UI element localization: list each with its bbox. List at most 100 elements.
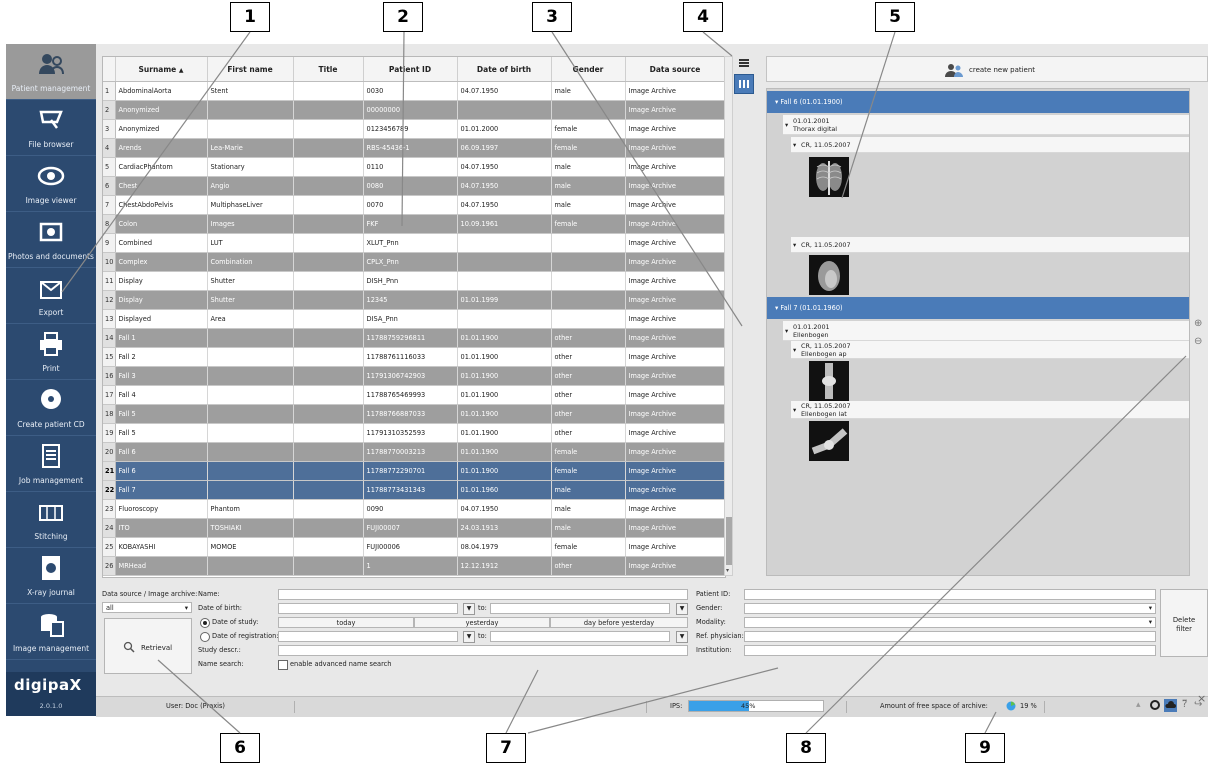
expand-arrow-icon[interactable]: ▾ xyxy=(793,137,796,153)
tree-series-2[interactable]: ▾ CR, 11.05.2007 xyxy=(791,237,1189,253)
table-row[interactable]: 12 Display Shutter 12345 01.01.1999 Image Arc… xyxy=(103,290,725,310)
cloud-icon[interactable] xyxy=(1164,699,1177,712)
delete-filter-button[interactable]: Delete filter xyxy=(1160,589,1208,657)
table-row[interactable]: 5 CardiacPhantom Stationary 0110 04.07.1950 m… xyxy=(103,157,725,177)
xray-thumbnail-chest-pa[interactable] xyxy=(809,157,849,197)
nav-xray-journal[interactable]: X-ray journal xyxy=(6,548,96,604)
date-of-registration-radio[interactable] xyxy=(200,632,210,642)
scroll-down-icon[interactable]: ▾ xyxy=(726,567,729,574)
record-icon[interactable] xyxy=(1150,700,1160,710)
table-scrollbar[interactable]: ▾ xyxy=(724,56,733,576)
registration-to-input[interactable] xyxy=(490,631,670,642)
column-header-data-source[interactable]: Data source xyxy=(625,57,725,82)
table-row[interactable]: 2 Anonymized 00000000 Image Archive xyxy=(103,100,725,120)
xray-thumbnail-elbow-ap[interactable] xyxy=(809,361,849,401)
nav-photos-documents[interactable]: Photos and documents xyxy=(6,212,96,268)
yesterday-button[interactable]: yesterday xyxy=(414,617,550,628)
date-of-study-radio[interactable] xyxy=(200,618,210,628)
modality-select[interactable]: ▾ xyxy=(744,617,1156,628)
dob-to-input[interactable] xyxy=(490,603,670,614)
today-button[interactable]: today xyxy=(278,617,414,628)
ref-physician-input[interactable] xyxy=(744,631,1156,642)
column-header-first-name[interactable]: First name xyxy=(207,57,294,82)
table-row[interactable]: 8 Colon Images FKF 10.09.1961 female Image Arc… xyxy=(103,214,725,234)
nav-export[interactable]: Export xyxy=(6,268,96,324)
tree-series-3[interactable]: ▾ CR, 11.05.2007 Ellenbogen ap xyxy=(791,341,1189,359)
table-row[interactable]: 24 ITO TOSHIAKI FUJI00007 24.03.1913 male Imag… xyxy=(103,518,725,538)
table-row[interactable]: 16 Fall 3 11791306742903 01.01.1900 other Ima… xyxy=(103,366,725,386)
gender-select[interactable]: ▾ xyxy=(744,603,1156,614)
tree-study-ellenbogen[interactable]: ▾ 01.01.2001 Ellenbogen xyxy=(783,321,1189,341)
calendar-icon[interactable]: ▼ xyxy=(463,603,475,615)
table-row[interactable]: 15 Fall 2 11788761116033 01.01.1900 other Ima… xyxy=(103,347,725,367)
zoom-in-icon[interactable]: ⊕ xyxy=(1194,318,1202,329)
data-source-select[interactable]: all ▾ xyxy=(102,602,192,613)
nav-image-viewer[interactable]: Image viewer xyxy=(6,156,96,212)
column-header-gender[interactable]: Gender xyxy=(551,57,626,82)
nav-patient-management[interactable]: Patient management xyxy=(6,44,96,100)
scrollbar-thumb[interactable] xyxy=(726,517,732,565)
table-row[interactable]: 11 Display Shutter DISH_Pnn Image Archive xyxy=(103,271,725,291)
expand-arrow-icon[interactable]: ▾ xyxy=(793,237,796,253)
table-row[interactable]: 4 Arends Lea-Marie RBS-45436-1 06.09.1997 fem… xyxy=(103,138,725,158)
table-row[interactable]: 20 Fall 6 11788770003213 01.01.1900 female Im… xyxy=(103,442,725,462)
calendar-icon[interactable]: ▼ xyxy=(463,631,475,643)
table-row[interactable]: 13 Displayed Area DISA_Pnn Image Archive xyxy=(103,309,725,329)
advanced-search-checkbox[interactable] xyxy=(278,660,288,670)
table-row[interactable]: 21 Fall 6 11788772290701 01.01.1900 female Im… xyxy=(103,461,725,481)
table-row[interactable]: 23 Fluoroscopy Phantom 0090 04.07.1950 male Im… xyxy=(103,499,725,519)
close-icon[interactable]: × xyxy=(1197,692,1206,705)
institution-input[interactable] xyxy=(744,645,1156,656)
table-row[interactable]: 19 Fall 5 11791310352593 01.01.1900 other Ima… xyxy=(103,423,725,443)
table-row[interactable]: 22 Fall 7 11788773431343 01.01.1960 male Imag… xyxy=(103,480,725,500)
nav-image-management[interactable]: Image management xyxy=(6,604,96,660)
dob-from-input[interactable] xyxy=(278,603,458,614)
table-row[interactable]: 1 AbdominalAorta Stent 0030 04.07.1950 male Im… xyxy=(103,81,725,101)
study-descr-input[interactable] xyxy=(278,645,688,656)
tree-study-thorax[interactable]: ▾ 01.01.2001 Thorax digital xyxy=(783,115,1189,135)
list-view-icon[interactable] xyxy=(738,58,750,68)
table-row[interactable]: 17 Fall 4 11788765469993 01.01.1900 other Ima… xyxy=(103,385,725,405)
table-row[interactable]: 10 Complex Combination CPLX_Pnn Image Archiv… xyxy=(103,252,725,272)
bell-icon[interactable]: ▴ xyxy=(1136,700,1141,710)
tree-series-4[interactable]: ▾ CR, 11.05.2007 Ellenbogen lat xyxy=(791,401,1189,419)
table-row[interactable]: 14 Fall 1 11788759296811 01.01.1900 other Ima… xyxy=(103,328,725,348)
table-row[interactable]: 25 KOBAYASHI MOMOE FUJI00006 08.04.1979 femal… xyxy=(103,537,725,557)
table-cell xyxy=(293,252,364,272)
nav-file-browser[interactable]: File browser xyxy=(6,100,96,156)
column-view-button[interactable] xyxy=(734,74,754,94)
table-row[interactable]: 18 Fall 5 11788766887033 01.01.1900 other Ima… xyxy=(103,404,725,424)
zoom-out-icon[interactable]: ⊖ xyxy=(1194,336,1202,347)
day-before-yesterday-button[interactable]: day before yesterday xyxy=(550,617,688,628)
xray-thumbnail-elbow-lat[interactable] xyxy=(809,421,849,461)
create-patient-button[interactable]: create new patient xyxy=(766,56,1208,82)
retrieval-button[interactable]: Retrieval xyxy=(104,618,192,674)
column-header-surname[interactable]: Surname ▲ xyxy=(115,57,208,82)
table-row[interactable]: 26 MRHead 1 12.12.1912 other Image Archive xyxy=(103,556,725,576)
column-header-patient-id[interactable]: Patient ID xyxy=(363,57,458,82)
column-header-date-of-birth[interactable]: Date of birth xyxy=(457,57,552,82)
tree-patient-fall7[interactable]: ▾ Fall 7 (01.01.1960) xyxy=(767,297,1189,319)
expand-arrow-icon[interactable]: ▾ xyxy=(785,121,788,129)
nav-stitching[interactable]: Stitching xyxy=(6,492,96,548)
table-row[interactable]: 3 Anonymized 0123456789 01.01.2000 female Ima… xyxy=(103,119,725,139)
table-row[interactable]: 9 Combined LUT XLUT_Pnn Image Archive xyxy=(103,233,725,253)
column-header-title[interactable]: Title xyxy=(293,57,364,82)
minimize-icon[interactable]: – xyxy=(1182,693,1188,706)
nav-job-management[interactable]: Job management xyxy=(6,436,96,492)
calendar-icon[interactable]: ▼ xyxy=(676,631,688,643)
expand-arrow-icon[interactable]: ▾ xyxy=(793,346,796,354)
registration-from-input[interactable] xyxy=(278,631,458,642)
table-row[interactable]: 6 Chest Angio 0080 04.07.1950 male Image Archi… xyxy=(103,176,725,196)
name-input[interactable] xyxy=(278,589,688,600)
tree-series-1[interactable]: ▾ CR, 11.05.2007 xyxy=(791,137,1189,153)
tree-patient-fall6[interactable]: ▾ Fall 6 (01.01.1900) xyxy=(767,91,1189,113)
patient-id-input[interactable] xyxy=(744,589,1156,600)
xray-thumbnail-chest-lat[interactable] xyxy=(809,255,849,295)
nav-create-patient-cd[interactable]: Create patient CD xyxy=(6,380,96,436)
nav-print[interactable]: Print xyxy=(6,324,96,380)
expand-arrow-icon[interactable]: ▾ xyxy=(793,406,796,414)
calendar-icon[interactable]: ▼ xyxy=(676,603,688,615)
expand-arrow-icon[interactable]: ▾ xyxy=(785,327,788,335)
table-row[interactable]: 7 ChestAbdoPelvis MultiphaseLiver 0070 04.07… xyxy=(103,195,725,215)
